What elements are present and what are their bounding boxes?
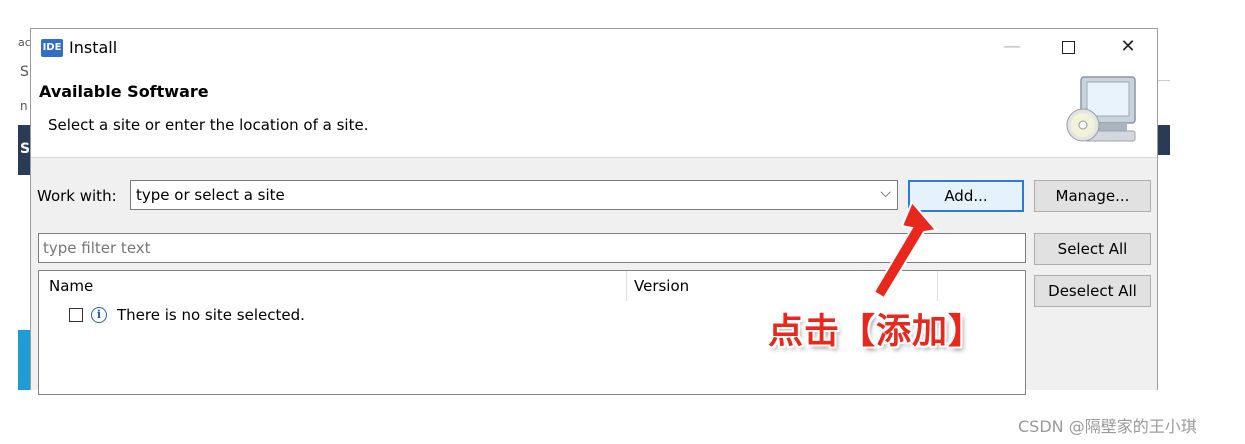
background-app-text: S (20, 141, 31, 157)
minimize-button[interactable]: — (989, 29, 1035, 65)
column-header-name[interactable]: Name (49, 277, 93, 295)
window-title: Install (69, 38, 118, 57)
background-app-text: ac (18, 36, 31, 49)
background-app-bar-right (1158, 125, 1170, 155)
background-app-text: n (20, 99, 28, 113)
filter-placeholder: type filter text (43, 239, 151, 257)
column-divider[interactable] (626, 271, 627, 301)
title-bar[interactable]: IDE Install — ✕ (31, 29, 1157, 65)
work-with-value: type or select a site (136, 186, 285, 204)
annotation-text: 点击【添加】 (768, 312, 985, 352)
maximize-button[interactable] (1045, 29, 1091, 65)
close-button[interactable]: ✕ (1105, 29, 1151, 65)
page-description: Select a site or enter the location of a… (48, 116, 369, 134)
background-app-divider (1158, 80, 1170, 81)
manage-button[interactable]: Manage... (1034, 180, 1151, 212)
work-with-label: Work with: (37, 187, 117, 205)
chevron-down-icon[interactable]: ⌵ (880, 185, 891, 201)
work-with-combo[interactable]: type or select a site ⌵ (130, 180, 898, 210)
ide-app-icon: IDE (41, 39, 63, 57)
info-icon: i (91, 307, 107, 323)
annotation-arrow-icon (872, 200, 938, 300)
row-checkbox[interactable] (69, 308, 83, 322)
select-all-button[interactable]: Select All (1034, 233, 1151, 265)
background-app-text: S (20, 64, 29, 80)
page-title: Available Software (39, 82, 209, 101)
column-header-version[interactable]: Version (634, 277, 689, 295)
maximize-icon (1061, 40, 1075, 54)
row-text: There is no site selected. (117, 306, 305, 324)
wizard-header: Available Software Select a site or ente… (31, 65, 1157, 158)
watermark: CSDN @隔壁家的王小琪 (1018, 417, 1197, 436)
monitor-cd-icon (1066, 76, 1136, 142)
deselect-all-button[interactable]: Deselect All (1034, 275, 1151, 307)
install-dialog: IDE Install — ✕ Available Software Selec… (30, 28, 1158, 395)
